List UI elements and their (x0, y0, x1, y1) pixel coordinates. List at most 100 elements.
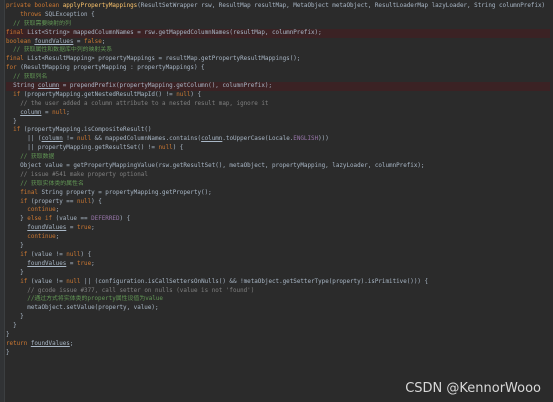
code-token: SQLException { (45, 11, 95, 18)
code-token: = (41, 109, 53, 116)
code-token: applyPropertyMappings (62, 3, 138, 9)
code-token: ) { (80, 251, 92, 258)
code-line[interactable]: Object value = getPropertyMappingValue(r… (6, 162, 553, 171)
code-token: // 获取实体类的属性名 (20, 180, 84, 187)
code-token: (ResultSetWrapper rsw, ResultMap resultM… (137, 3, 546, 9)
code-line[interactable]: foundValues = true; (6, 260, 553, 269)
code-line[interactable]: // issue #541 make property optional (6, 171, 553, 180)
code-token: || ( (6, 136, 42, 143)
code-token: .toUpperCase(Locale. (222, 136, 294, 143)
code-token: // 获取数据 (20, 154, 55, 161)
code-line[interactable]: private boolean applyPropertyMappings(Re… (6, 2, 553, 11)
code-line[interactable]: if (propertyMapping.isCompositeResult() (6, 126, 553, 135)
code-token: (propertyMapping.isCompositeResult() (23, 127, 152, 134)
code-token: = (73, 38, 85, 45)
code-line[interactable]: } (6, 322, 553, 331)
code-line[interactable]: if (propertyMapping.getNestedResultMapId… (6, 91, 553, 100)
code-line[interactable]: final String property = propertyMapping.… (6, 189, 553, 198)
code-token: continue (27, 234, 56, 241)
code-token: ; (55, 234, 60, 241)
code-line[interactable]: || (column != null && mappedColumnNames.… (6, 135, 553, 144)
code-line[interactable]: } (6, 242, 553, 251)
code-line[interactable]: final List<ResultMapping> propertyMappin… (6, 55, 553, 64)
code-line[interactable]: // 获取列名 (6, 73, 553, 82)
code-token: null (66, 251, 81, 258)
code-token: } (6, 216, 28, 223)
code-token: if (20, 198, 31, 205)
code-line[interactable]: } (6, 349, 553, 358)
code-token: (value != (30, 278, 67, 285)
code-token: // 获取属性和数据库中列的映射关系 (13, 47, 113, 54)
code-line[interactable]: } else if (value == DEFERRED) { (6, 215, 553, 224)
code-line[interactable]: if (value != null) { (6, 251, 553, 260)
code-line[interactable]: } (6, 118, 553, 127)
code-line[interactable]: foundValues = true; (6, 224, 553, 233)
code-token: ; (55, 207, 60, 214)
code-token: } (6, 349, 10, 356)
code-line[interactable]: } (6, 269, 553, 278)
code-token: foundValues (30, 340, 70, 347)
code-token: = prependPrefix(propertyMapping.getColum… (59, 83, 272, 90)
code-line[interactable]: final List<String> mappedColumnNames = r… (6, 28, 553, 38)
code-line[interactable]: } (6, 313, 553, 322)
code-line[interactable]: // 获取需要映射的列 (6, 20, 553, 29)
code-token: // gcode issue #377, call setter on null… (27, 287, 255, 294)
code-line[interactable]: throws SQLException { (6, 11, 553, 20)
code-token: (ResultMapping propertyMapping : propert… (20, 65, 205, 72)
code-line[interactable]: if (property == null) { (6, 198, 553, 207)
code-line[interactable]: || propertyMapping.getResultSet() != nul… (6, 144, 553, 153)
code-token: column (37, 83, 60, 90)
code-token: ; (69, 340, 74, 347)
code-token: column (41, 136, 63, 143)
code-editor[interactable]: private boolean applyPropertyMappings(Re… (0, 0, 553, 402)
code-token: } (6, 331, 10, 338)
code-line[interactable]: // 获取实体类的属性名 (6, 180, 553, 189)
code-token: // 获取列名 (13, 74, 48, 81)
code-line[interactable]: return foundValues; (6, 340, 553, 349)
code-line[interactable]: if (value != null || (configuration.isCa… (6, 278, 553, 287)
code-token: && mappedColumnNames.contains( (94, 136, 202, 143)
code-token: final (6, 56, 28, 63)
code-line[interactable]: // gcode issue #377, call setter on null… (6, 287, 553, 296)
code-token: // 获取需要映射的列 (13, 20, 71, 27)
code-line[interactable]: String column = prependPrefix(propertyMa… (6, 82, 553, 91)
code-line[interactable]: //通过方式将实体类的property属性设值为value (6, 295, 553, 304)
code-line[interactable]: } (6, 331, 553, 340)
code-line[interactable]: // 获取属性和数据库中列的映射关系 (6, 46, 553, 55)
code-token: String property = propertyMapping.getPro… (41, 189, 212, 196)
code-line[interactable]: boolean foundValues = false; (6, 38, 553, 47)
code-token: ))) (318, 136, 329, 143)
code-line[interactable]: // 获取数据 (6, 153, 553, 162)
code-token: private boolean (6, 3, 63, 9)
code-token: != (62, 136, 77, 143)
code-area[interactable]: private boolean applyPropertyMappings(Re… (6, 2, 553, 358)
code-token: ) { (172, 145, 184, 152)
code-token: column (20, 109, 42, 116)
code-token: ; (101, 38, 106, 45)
code-line[interactable]: for (ResultMapping propertyMapping : pro… (6, 64, 553, 73)
code-token: final (6, 29, 28, 36)
code-token: (value == (55, 216, 92, 223)
code-token: DEFERRED (91, 216, 120, 223)
code-token: if (13, 127, 24, 134)
code-line[interactable]: // the user added a column attribute to … (6, 100, 553, 109)
code-line[interactable]: continue; (6, 233, 553, 242)
code-line[interactable]: continue; (6, 206, 553, 215)
code-token: foundValues (27, 260, 67, 267)
code-line[interactable]: metaObject.setValue(property, value); (6, 304, 553, 313)
code-token: } (6, 314, 24, 321)
code-token: if (20, 251, 31, 258)
code-token: String (6, 83, 38, 90)
code-token: //通过方式将实体类的property属性设值为value (27, 296, 163, 303)
code-token: || propertyMapping.getResultSet() != (6, 145, 159, 152)
code-token: ENGLISH (293, 136, 319, 143)
code-token: List<String> mappedColumnNames = rsw.get… (27, 29, 322, 36)
code-line[interactable]: column = null; (6, 109, 553, 118)
